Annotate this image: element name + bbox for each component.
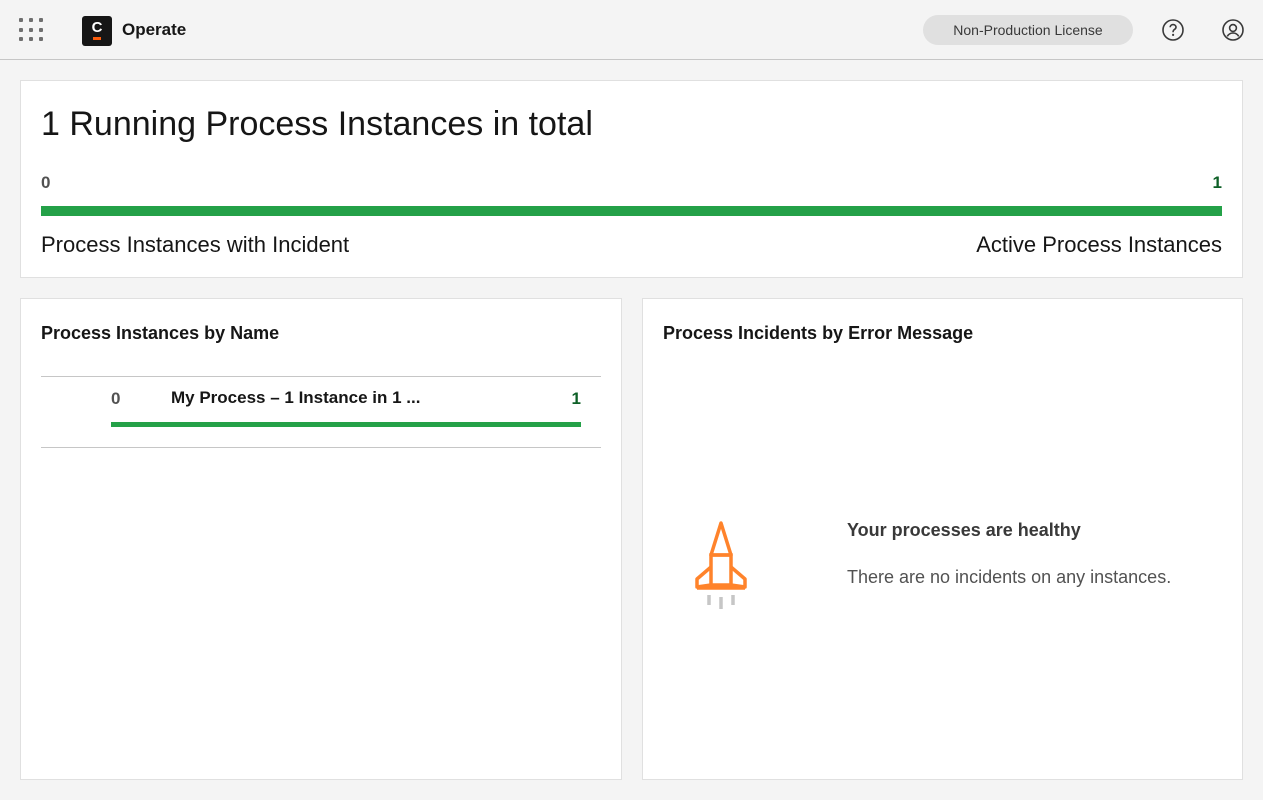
row-active-count: 1 [571,389,581,408]
running-instances-card: 1 Running Process Instances in total 0 1… [20,80,1243,278]
healthy-description: There are no incidents on any instances. [847,567,1172,587]
active-count[interactable]: 1 [1213,173,1222,193]
row-incident-count: 0 [111,389,121,408]
app-name[interactable]: Operate [122,20,186,40]
help-icon[interactable] [1161,18,1185,42]
running-instances-title[interactable]: 1 Running Process Instances in total [41,105,593,144]
camunda-logo-icon[interactable]: C [82,16,112,46]
user-icon[interactable] [1221,18,1245,42]
incidents-by-error-card: Process Incidents by Error Message Your … [642,298,1243,780]
logo-letter: C [91,19,103,36]
top-header: C Operate Non-Production License [0,0,1263,60]
rocket-icon [695,521,747,609]
healthy-title: Your processes are healthy [847,520,1081,540]
empty-state: Your processes are healthy There are no … [691,517,1211,617]
process-list: 0 My Process – 1 Instance in 1 ... 1 [41,376,601,448]
incident-count[interactable]: 0 [41,173,50,193]
row-process-name[interactable]: My Process – 1 Instance in 1 ... [171,388,420,408]
license-badge: Non-Production License [923,15,1133,45]
instances-progress-bar [41,206,1222,216]
instances-by-name-title: Process Instances by Name [41,323,280,343]
active-label[interactable]: Active Process Instances [976,232,1222,258]
app-switcher-icon[interactable] [19,18,43,42]
list-item[interactable]: 0 My Process – 1 Instance in 1 ... 1 [41,377,601,447]
instances-by-name-card: Process Instances by Name 0 My Process –… [20,298,622,780]
row-progress-bar [111,422,581,427]
incidents-by-error-title: Process Incidents by Error Message [663,323,974,343]
incident-label[interactable]: Process Instances with Incident [41,232,349,258]
